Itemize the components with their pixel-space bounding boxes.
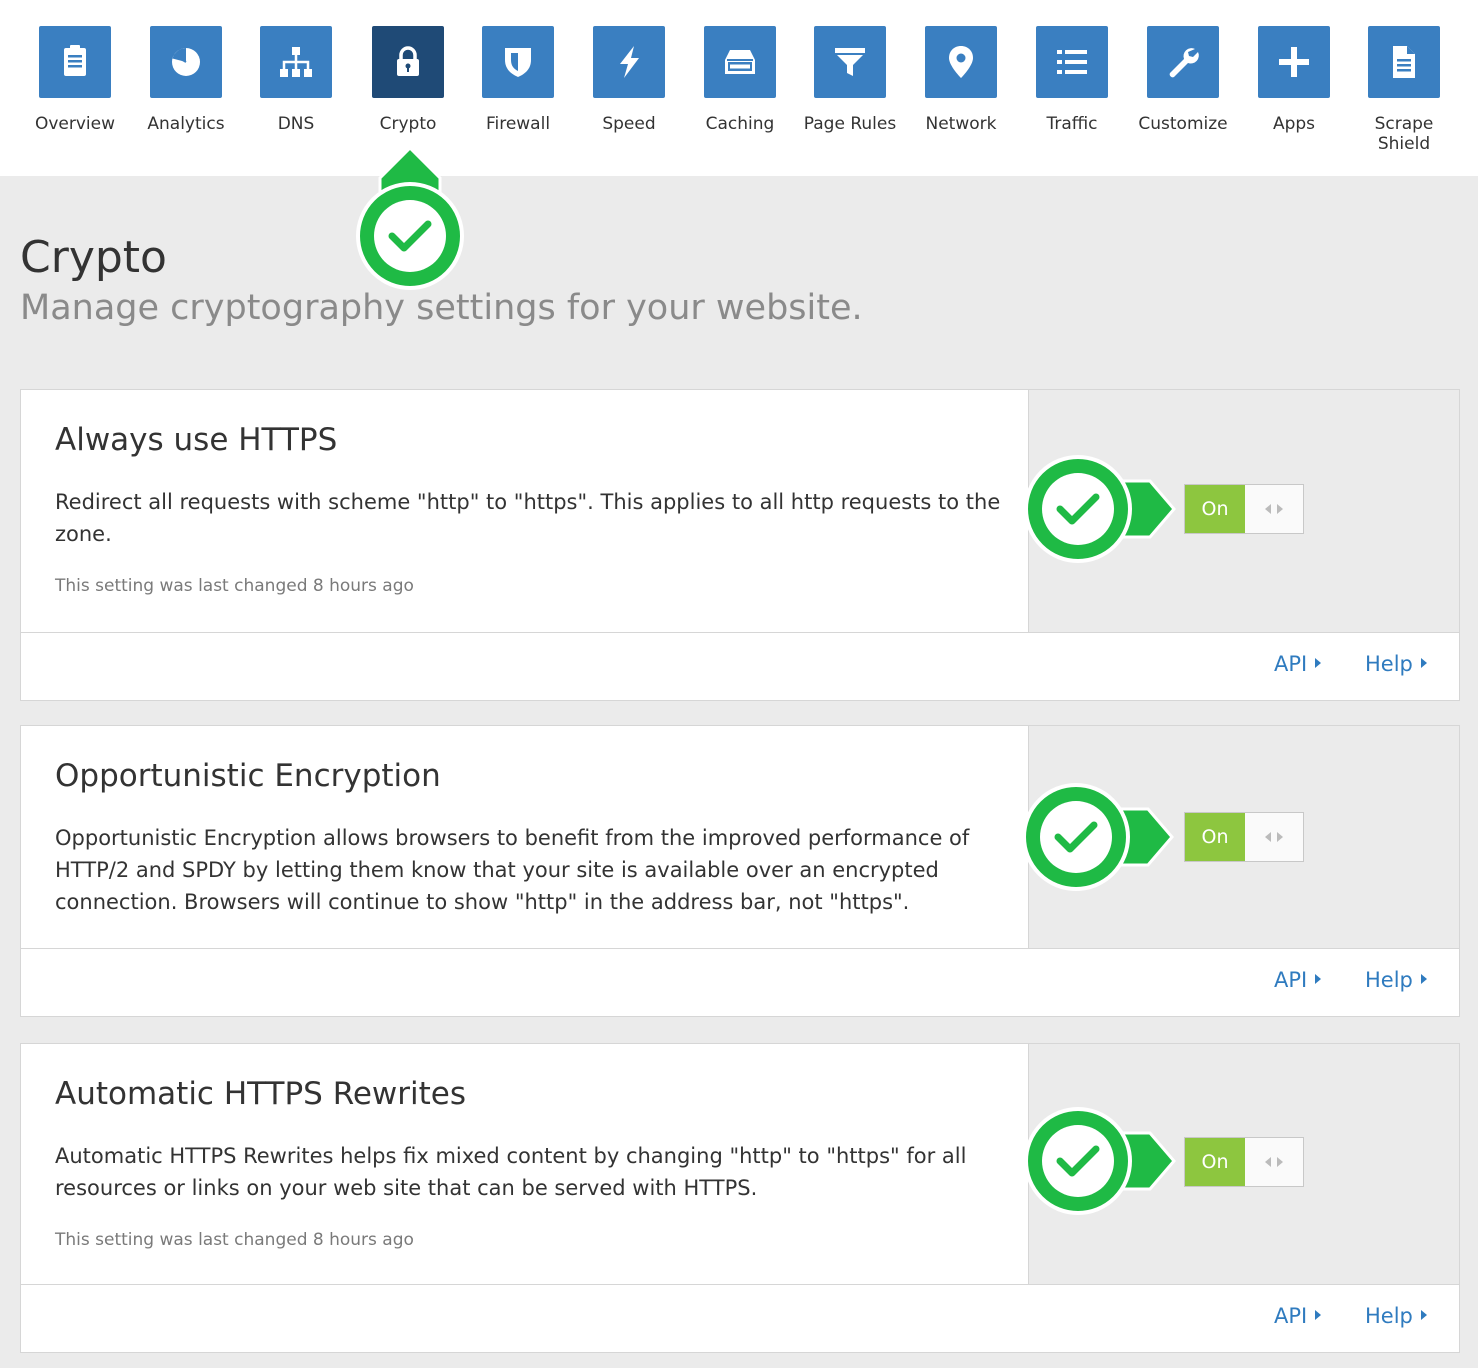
setting-control-area: On (1029, 390, 1459, 633)
setting-title: Automatic HTTPS Rewrites (55, 1076, 467, 1112)
nav-item-network[interactable]: Network (906, 26, 1016, 134)
nav-label: Customize (1138, 114, 1228, 134)
setting-footer: API Help (21, 632, 1459, 700)
toggle-handle-icon (1245, 813, 1303, 861)
network-tree-icon (260, 26, 332, 98)
setting-meta: This setting was last changed 8 hours ag… (55, 576, 414, 596)
caret-right-icon (1420, 658, 1427, 668)
nav-label: Firewall (485, 114, 551, 134)
plus-icon (1258, 26, 1330, 98)
nav-item-overview[interactable]: Overview (20, 26, 130, 134)
list-icon (1036, 26, 1108, 98)
setting-card-opportunistic-encryption: Opportunistic Encryption Opportunistic E… (20, 725, 1460, 1017)
nav-label: Crypto (379, 114, 437, 134)
setting-footer: API Help (21, 1284, 1459, 1352)
shield-icon (482, 26, 554, 98)
wrench-icon (1147, 26, 1219, 98)
setting-footer: API Help (21, 948, 1459, 1016)
top-navigation: Overview Analytics DNS Crypto Firewall S… (0, 0, 1478, 176)
toggle-on-label: On (1185, 1138, 1245, 1186)
toggle-handle-icon (1245, 1138, 1303, 1186)
help-link[interactable]: Help (1365, 1304, 1427, 1328)
help-link[interactable]: Help (1365, 652, 1427, 676)
server-drive-icon (704, 26, 776, 98)
api-link[interactable]: API (1274, 1304, 1322, 1328)
nav-label: Caching (705, 114, 775, 134)
map-pin-icon (925, 26, 997, 98)
page-title: Crypto (20, 232, 167, 283)
toggle-switch[interactable]: On (1184, 812, 1304, 862)
document-icon (39, 26, 111, 98)
help-link[interactable]: Help (1365, 968, 1427, 992)
nav-label: Network (925, 114, 997, 134)
nav-item-caching[interactable]: Caching (685, 26, 795, 134)
toggle-switch[interactable]: On (1184, 1137, 1304, 1187)
nav-label: Scrape Shield (1374, 114, 1434, 154)
setting-title: Opportunistic Encryption (55, 758, 441, 794)
nav-label: Analytics (147, 114, 225, 134)
setting-control-area: On (1029, 1044, 1459, 1285)
nav-item-scrape-shield[interactable]: Scrape Shield (1349, 26, 1459, 154)
setting-body: Always use HTTPS Redirect all requests w… (21, 390, 1029, 633)
setting-body: Opportunistic Encryption Opportunistic E… (21, 726, 1029, 951)
caret-right-icon (1315, 1310, 1322, 1320)
setting-control-area: On (1029, 726, 1459, 951)
api-link[interactable]: API (1274, 652, 1322, 676)
nav-label: Traffic (1046, 114, 1098, 134)
nav-item-page-rules[interactable]: Page Rules (795, 26, 905, 134)
setting-description: Opportunistic Encryption allows browsers… (55, 826, 970, 914)
nav-item-firewall[interactable]: Firewall (463, 26, 573, 134)
nav-item-speed[interactable]: Speed (574, 26, 684, 134)
nav-item-apps[interactable]: Apps (1239, 26, 1349, 134)
caret-right-icon (1315, 658, 1322, 668)
setting-card-always-use-https: Always use HTTPS Redirect all requests w… (20, 389, 1460, 701)
setting-body: Automatic HTTPS Rewrites Automatic HTTPS… (21, 1044, 1029, 1285)
lightning-icon (593, 26, 665, 98)
nav-item-analytics[interactable]: Analytics (131, 26, 241, 134)
nav-item-customize[interactable]: Customize (1128, 26, 1238, 134)
nav-label: Apps (1272, 114, 1316, 134)
nav-label: DNS (277, 114, 315, 134)
filter-icon (814, 26, 886, 98)
toggle-switch[interactable]: On (1184, 484, 1304, 534)
toggle-on-label: On (1185, 485, 1245, 533)
setting-card-automatic-https-rewrites: Automatic HTTPS Rewrites Automatic HTTPS… (20, 1043, 1460, 1353)
nav-label: Overview (34, 114, 116, 134)
caret-right-icon (1315, 974, 1322, 984)
setting-title: Always use HTTPS (55, 422, 338, 458)
pie-chart-icon (150, 26, 222, 98)
setting-meta: This setting was last changed 8 hours ag… (55, 1230, 414, 1250)
lock-icon (372, 26, 444, 98)
page-subtitle: Manage cryptography settings for your we… (20, 288, 863, 328)
toggle-on-label: On (1185, 813, 1245, 861)
file-icon (1368, 26, 1440, 98)
nav-item-dns[interactable]: DNS (241, 26, 351, 134)
nav-label: Page Rules (803, 114, 897, 134)
nav-item-crypto[interactable]: Crypto (353, 26, 463, 134)
setting-description: Automatic HTTPS Rewrites helps fix mixed… (55, 1144, 967, 1200)
nav-item-traffic[interactable]: Traffic (1017, 26, 1127, 134)
toggle-handle-icon (1245, 485, 1303, 533)
setting-description: Redirect all requests with scheme "http"… (55, 490, 1001, 546)
caret-right-icon (1420, 1310, 1427, 1320)
nav-label: Speed (602, 114, 656, 134)
api-link[interactable]: API (1274, 968, 1322, 992)
caret-right-icon (1420, 974, 1427, 984)
